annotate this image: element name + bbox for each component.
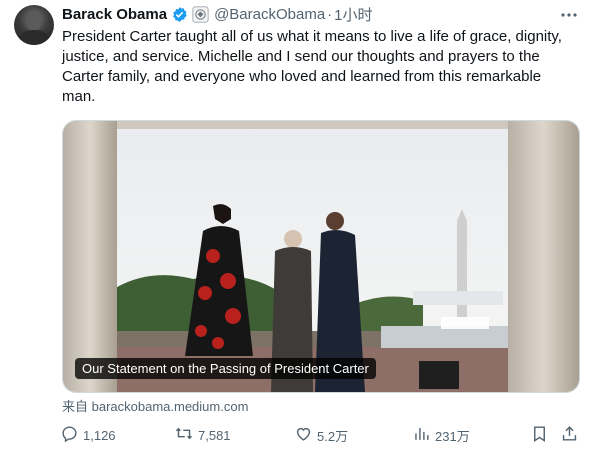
repost-count: 7,581 xyxy=(198,427,231,443)
tweet-text: President Carter taught all of us what i… xyxy=(62,28,562,105)
reply-button[interactable]: 1,126 xyxy=(60,424,116,446)
separator-dot: · xyxy=(327,5,333,23)
card-source[interactable]: 来自 barackobama.medium.com xyxy=(62,396,248,415)
like-icon xyxy=(294,424,313,446)
views-icon xyxy=(412,424,431,446)
avatar[interactable] xyxy=(14,5,54,45)
like-button[interactable]: 5.2万 xyxy=(294,424,348,446)
government-seal-icon[interactable] xyxy=(192,5,209,23)
like-count: 5.2万 xyxy=(317,428,349,444)
more-icon[interactable] xyxy=(560,6,578,29)
views-count: 231万 xyxy=(435,428,470,444)
reply-icon xyxy=(60,424,79,446)
author-handle[interactable]: @BarackObama xyxy=(214,6,325,23)
post-time[interactable]: 1小时 xyxy=(334,4,372,25)
views-button[interactable]: 231万 xyxy=(412,424,470,446)
tweet-header: Barack Obama @BarackObama · 1小时 xyxy=(62,4,373,24)
card-caption: Our Statement on the Passing of Presiden… xyxy=(75,358,376,379)
share-icon xyxy=(560,424,579,446)
repost-button[interactable]: 7,581 xyxy=(174,424,231,446)
reply-count: 1,126 xyxy=(83,427,116,443)
share-button[interactable] xyxy=(560,424,579,446)
bookmark-icon xyxy=(530,424,549,446)
repost-icon xyxy=(174,424,194,446)
card-image xyxy=(63,121,579,392)
verified-badge-icon[interactable] xyxy=(171,6,188,23)
action-bar: 1,126 7,581 5.2万 231万 xyxy=(60,424,580,444)
link-card[interactable]: Our Statement on the Passing of Presiden… xyxy=(62,120,580,393)
author-name[interactable]: Barack Obama xyxy=(62,6,167,23)
bookmark-button[interactable] xyxy=(530,424,549,446)
